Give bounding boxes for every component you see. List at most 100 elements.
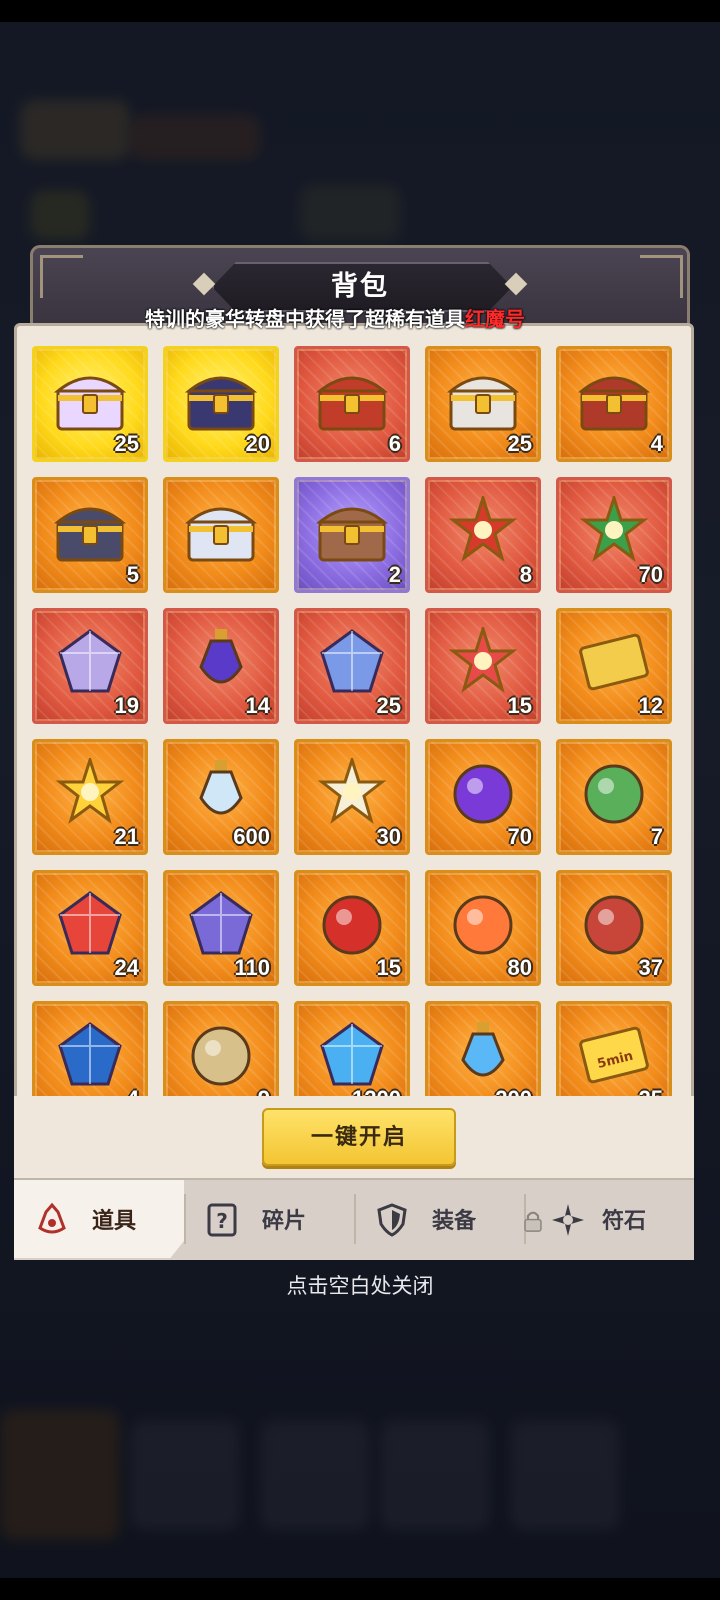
item-slot-card-chest[interactable]: 5 [32, 477, 148, 593]
item-slot-scroll[interactable]: 9 [163, 1001, 279, 1096]
item-count: 70 [507, 824, 532, 849]
item-slot-blue-ore[interactable]: 4 [32, 1001, 148, 1096]
item-count: 20 [245, 431, 270, 456]
green-leaf-icon [574, 758, 654, 828]
item-slot-red-jewel[interactable]: 24 [32, 870, 148, 986]
potion-flask-icon [181, 627, 261, 697]
item-count: 7 [650, 824, 663, 849]
item-slot-mystery-chest[interactable]: 2 [294, 477, 410, 593]
tab-equipment-label: 装备 [431, 1208, 476, 1233]
blue-ore-icon [50, 1020, 130, 1090]
item-count: 25 [639, 1086, 663, 1096]
item-count: 14 [245, 693, 270, 718]
announcement-text: 特训的豪华转盘中获得了超稀有道具 [145, 309, 465, 331]
item-slot-green-leaf[interactable]: 7 [556, 739, 672, 855]
silver-chest-icon [443, 365, 523, 435]
tab-items-label: 道具 [91, 1208, 136, 1233]
mystery-chest-icon [312, 496, 392, 566]
item-slot-water-drop[interactable]: 600 [163, 739, 279, 855]
red-jewel-icon [50, 889, 130, 959]
item-slot-green-badge[interactable]: 70 [556, 477, 672, 593]
blue-potion-icon [443, 1020, 523, 1090]
rune-star-icon [552, 1204, 584, 1236]
red-flower-gem-icon [443, 626, 523, 697]
item-count: 200 [495, 1086, 532, 1096]
item-slot-gem-chest[interactable]: 4 [556, 346, 672, 462]
item-count: 25 [114, 431, 139, 456]
blue-crystal-icon [312, 627, 392, 697]
item-slot-food-can[interactable]: 37 [556, 870, 672, 986]
close-hint[interactable]: 点击空白处关闭 [0, 1270, 720, 1300]
item-count: 1200 [352, 1086, 401, 1096]
tab-equipment[interactable]: 装备 [354, 1180, 524, 1258]
ice-cube-icon [312, 1020, 392, 1090]
star-chest-icon [50, 365, 130, 435]
item-slot-red-gold-chest[interactable]: 6 [294, 346, 410, 462]
tab-runes-label: 符石 [601, 1208, 646, 1233]
crystal-pile-icon [50, 627, 130, 697]
item-slot-potion-flask[interactable]: 14 [163, 608, 279, 724]
red-badge-icon [443, 495, 523, 566]
item-slot-gold-star[interactable]: 21 [32, 739, 148, 855]
tab-fragments[interactable]: ? 碎片 [184, 1180, 354, 1258]
item-count: 30 [376, 824, 401, 849]
speed-ticket-icon: 5min [574, 1020, 654, 1090]
item-count: 4 [650, 431, 663, 456]
item-count: 15 [376, 955, 401, 980]
water-drop-icon [181, 758, 261, 828]
open-all-button[interactable]: 一键开启 [262, 1108, 456, 1166]
item-slot-navy-gold-chest[interactable]: 20 [163, 346, 279, 462]
item-count: 600 [233, 824, 270, 849]
item-count: 24 [114, 955, 139, 980]
pearl-flower-icon [312, 757, 392, 828]
item-slot-red-flower-gem[interactable]: 15 [425, 608, 541, 724]
item-count: 25 [507, 431, 532, 456]
item-slot-red-crown[interactable]: 15 [294, 870, 410, 986]
corner-ornament [640, 255, 683, 298]
item-slot-orange-orb[interactable]: 80 [425, 870, 541, 986]
corner-ornament [40, 255, 83, 298]
item-count: 2 [388, 562, 401, 587]
item-slot-silver-box[interactable] [163, 477, 279, 593]
item-count: 19 [114, 693, 139, 718]
red-gold-chest-icon [312, 365, 392, 435]
item-slot-gold-ticket[interactable]: 12 [556, 608, 672, 724]
announcement-highlight: 红魔号 [465, 309, 525, 331]
item-slot-red-badge[interactable]: 8 [425, 477, 541, 593]
item-count: 70 [638, 562, 663, 587]
item-count: 6 [388, 431, 401, 456]
item-slot-silver-chest[interactable]: 25 [425, 346, 541, 462]
tab-runes[interactable]: 符石 [524, 1180, 694, 1258]
item-slot-purple-crystal[interactable]: 110 [163, 870, 279, 986]
potion-bag-icon [38, 1202, 66, 1234]
item-slot-ice-cube[interactable]: 1200 [294, 1001, 410, 1096]
item-count: 12 [638, 693, 663, 718]
item-count: 4 [127, 1086, 139, 1096]
gold-star-icon [50, 757, 130, 828]
item-count: 80 [507, 955, 532, 980]
item-slot-blue-crystal[interactable]: 25 [294, 608, 410, 724]
gold-ticket-icon [574, 627, 654, 697]
green-badge-icon [574, 495, 654, 566]
item-slot-pearl-flower[interactable]: 30 [294, 739, 410, 855]
food-can-icon [574, 889, 654, 959]
card-chest-icon [50, 496, 130, 566]
announcement-marquee: 特训的豪华转盘中获得了超稀有道具红魔号 [145, 306, 565, 334]
item-count: 37 [638, 955, 663, 980]
tab-items[interactable]: 道具 [14, 1180, 184, 1258]
shield-icon [377, 1203, 407, 1237]
category-tabs: 道具 ? 碎片 装备 符石 [14, 1178, 694, 1260]
item-slot-speed-ticket[interactable]: 5min25 [556, 1001, 672, 1096]
tab-fragments-label: 碎片 [261, 1208, 306, 1233]
item-slot-purple-orb[interactable]: 70 [425, 739, 541, 855]
item-count: 21 [114, 824, 139, 849]
item-slot-crystal-pile[interactable]: 19 [32, 608, 148, 724]
gem-chest-icon [574, 365, 654, 435]
page-title: 背包 [331, 271, 389, 301]
item-count: 8 [519, 562, 532, 587]
item-grid[interactable]: 25 20 6 25 4 5 2 8 70 19 14 25 15 12 21 600 30 70 7 24 110 15… [14, 334, 694, 1096]
orange-orb-icon [443, 889, 523, 959]
item-slot-blue-potion[interactable]: 200 [425, 1001, 541, 1096]
navy-gold-chest-icon [181, 365, 261, 435]
item-slot-star-chest[interactable]: 25 [32, 346, 148, 462]
